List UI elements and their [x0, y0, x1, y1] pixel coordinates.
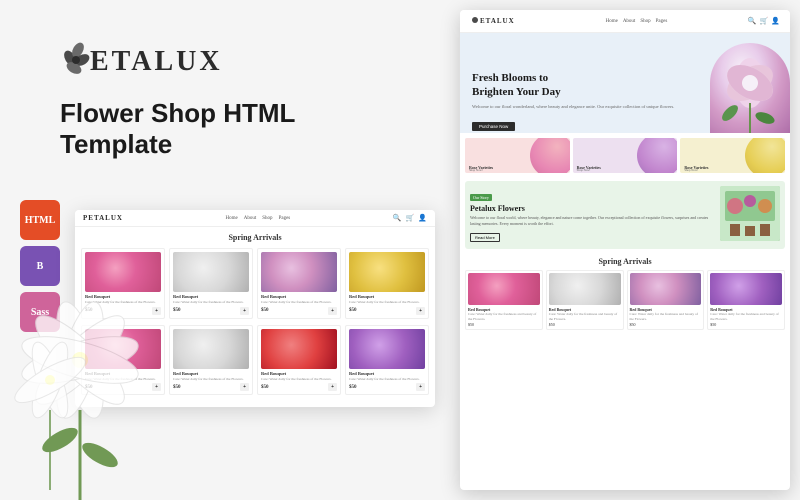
rp-about-desc: Welcome to our floral world, where beaut… — [470, 215, 715, 226]
product-name: Red Bouquet — [173, 294, 249, 299]
rp-cat-card-lavender: Rose Varieties Shop Now! — [573, 138, 678, 173]
rp-about-title: Petalux Flowers — [470, 204, 715, 213]
brand-header: ETALUX — [0, 0, 470, 90]
product-price: $50 — [468, 322, 540, 327]
rp-cat-btn-0[interactable]: Shop Now! — [469, 168, 483, 172]
add-to-cart-button[interactable]: + — [240, 307, 249, 315]
rp-user-icon: 👤 — [771, 17, 780, 25]
rp-read-more-button[interactable]: Read More — [470, 233, 500, 242]
rp-hero: Fresh Blooms to Brighten Your Day Welcom… — [460, 33, 790, 133]
rp-spring-arrivals: Spring Arrivals Red BouquetCare: Water d… — [460, 252, 790, 335]
right-panel: ETALUX Home About Shop Pages 🔍 🛒 👤 Fresh… — [460, 10, 790, 490]
product-flower-image — [468, 273, 540, 305]
rp-search-icon: 🔍 — [748, 17, 757, 25]
cart-icon: 🛒 — [406, 214, 415, 222]
preview-section-title: Spring Arrivals — [81, 233, 429, 242]
preview-nav-logo: PETALUX — [83, 214, 123, 222]
rp-cat-btn-2[interactable]: Shop Now! — [684, 168, 698, 172]
list-item: Red BouquetCare: Water daily for the fre… — [707, 270, 785, 330]
list-item: Red BouquetCare: Water daily for the fre… — [169, 325, 253, 396]
rp-about-img — [720, 186, 780, 241]
list-item: Red BouquetCare: Water daily for the fre… — [345, 248, 429, 319]
product-price: $50 — [261, 308, 269, 313]
rp-nav: ETALUX Home About Shop Pages 🔍 🛒 👤 — [460, 10, 790, 33]
product-price: $50 — [630, 322, 702, 327]
list-item: Red BouquetCare: Water daily for the fre… — [345, 325, 429, 396]
user-icon: 👤 — [418, 214, 427, 222]
list-item: Red BouquetCare: Water daily for the fre… — [257, 325, 341, 396]
product-name: Red Bouquet — [349, 371, 425, 376]
rp-about-text: Our Story Petalux Flowers Welcome to our… — [470, 186, 715, 244]
product-flower-image — [173, 329, 249, 369]
product-price: $50 — [349, 385, 357, 390]
rp-cat-card-rose: Rose Varieties Shop Now! — [465, 138, 570, 173]
list-item: Red BouquetCare: Water daily for the fre… — [257, 248, 341, 319]
product-flower-image — [173, 252, 249, 292]
list-item: Red BouquetCare: Water daily for the fre… — [169, 248, 253, 319]
product-description: Care: Water daily for the freshness and … — [710, 312, 782, 321]
rp-cart-icon: 🛒 — [760, 17, 769, 25]
product-description: Care: Water daily for the freshness of t… — [349, 300, 425, 305]
product-price: $50 — [349, 308, 357, 313]
product-description: Care: Water daily for the freshness and … — [630, 312, 702, 321]
search-icon: 🔍 — [393, 214, 402, 222]
rp-about: Our Story Petalux Flowers Welcome to our… — [465, 181, 785, 249]
rp-categories: Rose Varieties Shop Now! Rose Varieties … — [460, 133, 790, 178]
add-to-cart-button[interactable]: + — [328, 307, 337, 315]
add-to-cart-button[interactable]: + — [416, 383, 425, 391]
white-lily-decoration — [0, 280, 180, 500]
product-name: Red Bouquet — [173, 371, 249, 376]
list-item: Red BouquetCare: Water daily for the fre… — [465, 270, 543, 330]
product-name: Red Bouquet — [261, 294, 337, 299]
list-item: Red BouquetCare: Water daily for the fre… — [627, 270, 705, 330]
brand-logo-svg: ETALUX — [60, 40, 270, 80]
add-to-cart-button[interactable]: + — [328, 383, 337, 391]
product-description: Care: Water daily for the freshness and … — [549, 312, 621, 321]
product-name: Red Bouquet — [349, 294, 425, 299]
preview-nav: PETALUX Home About Shop Pages 🔍 🛒 👤 — [75, 210, 435, 227]
product-flower-image — [549, 273, 621, 305]
product-flower-image — [349, 252, 425, 292]
list-item: Red BouquetCare: Water daily for the fre… — [546, 270, 624, 330]
product-description: Care: Water daily for the freshness of t… — [261, 377, 337, 382]
add-to-cart-button[interactable]: + — [240, 383, 249, 391]
rp-nav-icons: 🔍 🛒 👤 — [748, 17, 780, 25]
rp-cat-btn-1[interactable]: Shop Now! — [577, 168, 591, 172]
product-flower-image — [261, 252, 337, 292]
tagline: Flower Shop HTML Template — [0, 90, 470, 180]
rp-spring-title: Spring Arrivals — [465, 257, 785, 266]
left-panel: ETALUX Flower Shop HTML Template HTML B … — [0, 0, 470, 500]
cat-img-pink — [530, 138, 570, 173]
rp-nav-logo: ETALUX — [470, 15, 525, 27]
product-flower-image — [349, 329, 425, 369]
cat-img-yellow — [745, 138, 785, 173]
svg-text:ETALUX: ETALUX — [90, 46, 223, 77]
html-badge: HTML — [20, 200, 60, 240]
product-flower-image — [261, 329, 337, 369]
product-name: Red Bouquet — [261, 371, 337, 376]
product-flower-image — [630, 273, 702, 305]
product-price: $50 — [261, 385, 269, 390]
product-price: $50 — [549, 322, 621, 327]
rp-nav-links: Home About Shop Pages — [606, 19, 668, 24]
rp-hero-flower — [710, 43, 790, 133]
add-to-cart-button[interactable]: + — [416, 307, 425, 315]
cat-img-lavender — [637, 138, 677, 173]
product-flower-image — [710, 273, 782, 305]
preview-nav-icons: 🔍 🛒 👤 — [393, 214, 427, 222]
preview-nav-links: Home About Shop Pages — [226, 216, 291, 221]
product-price: $50 — [710, 322, 782, 327]
rp-cat-card-yellow: Rose Varieties Shop Now! — [680, 138, 785, 173]
product-description: Care: Water daily for the freshness and … — [468, 312, 540, 321]
rp-purchase-now-button[interactable]: Purchase Now — [472, 122, 515, 131]
rp-about-badge: Our Story — [470, 194, 492, 201]
svg-text:ETALUX: ETALUX — [480, 17, 515, 25]
product-description: Care: Water daily for the freshness of t… — [349, 377, 425, 382]
product-description: Care: Water daily for the freshness of t… — [261, 300, 337, 305]
product-description: Care: Water daily for the freshness of t… — [173, 300, 249, 305]
rp-product-grid: Red BouquetCare: Water daily for the fre… — [465, 270, 785, 330]
product-description: Care: Water daily for the freshness of t… — [173, 377, 249, 382]
